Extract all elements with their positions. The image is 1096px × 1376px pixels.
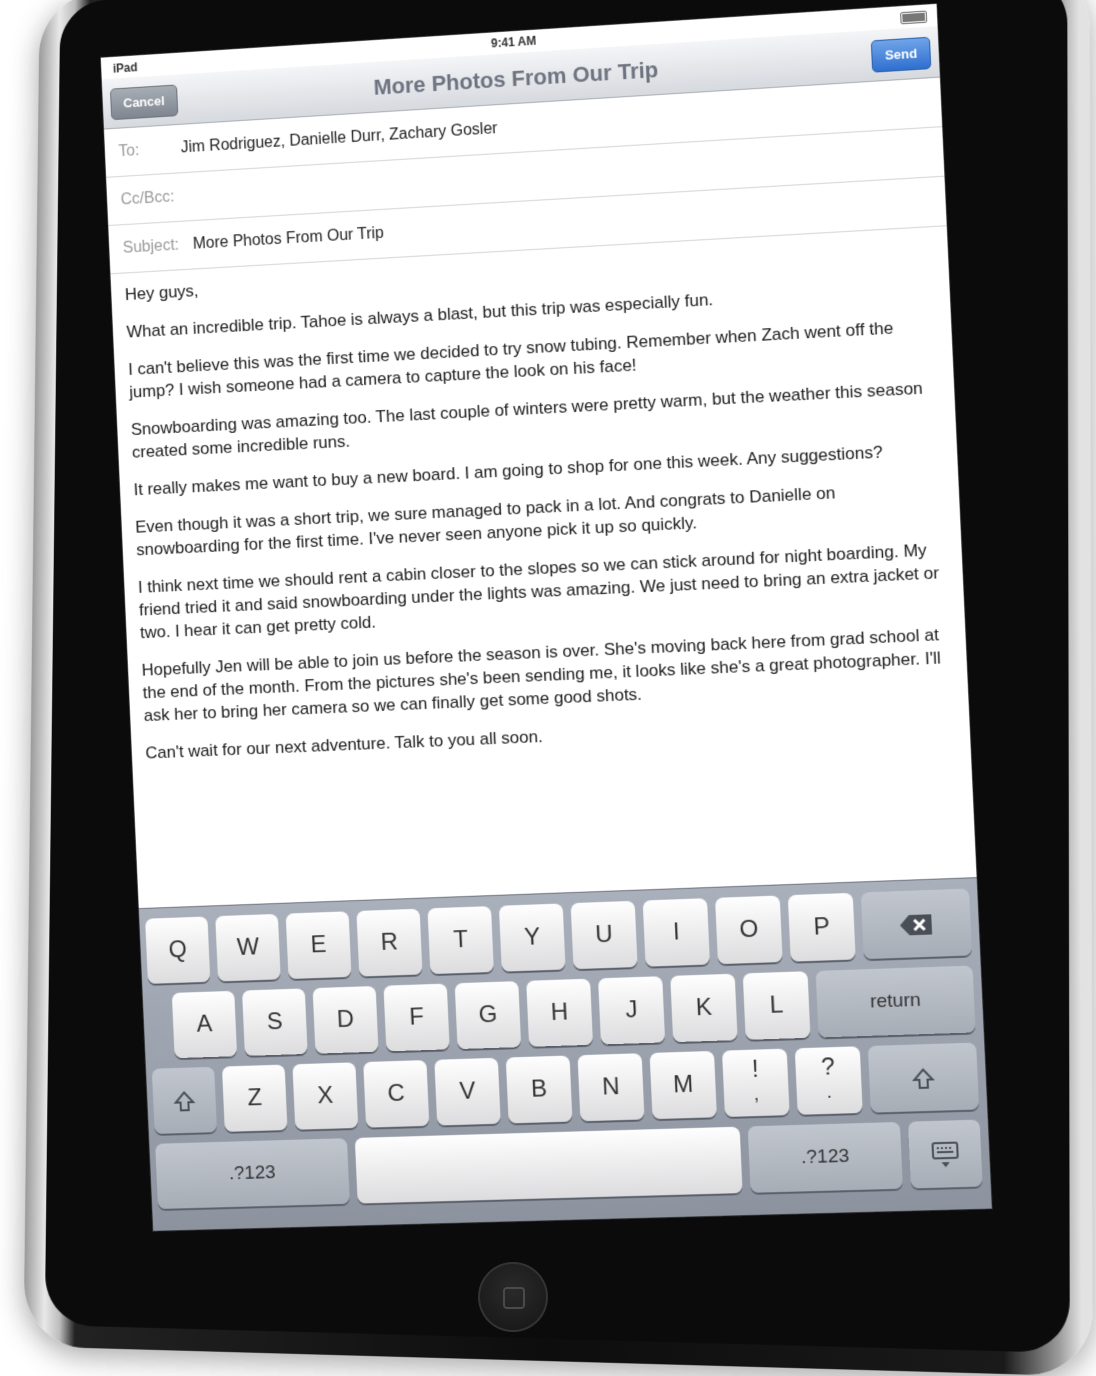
key-f[interactable]: F	[383, 983, 450, 1052]
key-o[interactable]: O	[715, 895, 783, 965]
key-exclamation-sub: ,	[753, 1083, 760, 1105]
key-h[interactable]: H	[526, 978, 594, 1047]
key-n[interactable]: N	[577, 1053, 645, 1122]
numbers-key-right[interactable]: .?123	[747, 1121, 903, 1193]
subject-value[interactable]: More Photos From Our Trip	[193, 225, 385, 254]
hide-keyboard-key[interactable]	[908, 1119, 983, 1189]
key-question-sub: .	[826, 1081, 833, 1102]
onscreen-keyboard: Q W E R T Y U I O P A S D F G H J K L re…	[138, 877, 992, 1231]
to-label: To:	[118, 142, 140, 161]
key-w[interactable]: W	[215, 913, 281, 982]
home-button-icon	[503, 1287, 525, 1309]
key-question[interactable]: ? .	[794, 1046, 863, 1115]
key-exclamation-main: !	[751, 1055, 760, 1083]
shift-key-left[interactable]	[151, 1066, 218, 1134]
key-q[interactable]: Q	[145, 916, 211, 984]
key-j[interactable]: J	[598, 976, 666, 1045]
key-z[interactable]: Z	[221, 1064, 288, 1132]
key-c[interactable]: C	[363, 1060, 430, 1128]
backspace-key[interactable]	[860, 888, 973, 960]
space-bar[interactable]	[354, 1126, 743, 1204]
numbers-key-left[interactable]: .?123	[155, 1138, 350, 1210]
key-r[interactable]: R	[356, 908, 423, 977]
key-s[interactable]: S	[242, 988, 308, 1056]
shift-icon	[173, 1086, 196, 1113]
send-button[interactable]: Send	[870, 36, 932, 73]
key-t[interactable]: T	[427, 906, 494, 975]
key-a[interactable]: A	[171, 990, 238, 1059]
key-v[interactable]: V	[434, 1057, 501, 1126]
key-g[interactable]: G	[454, 981, 522, 1050]
key-exclamation[interactable]: ! ,	[721, 1048, 790, 1118]
shift-key-right[interactable]	[867, 1042, 980, 1113]
message-body[interactable]: Hey guys, What an incredible trip. Tahoe…	[110, 226, 969, 765]
key-question-main: ?	[820, 1053, 836, 1081]
backspace-icon	[898, 909, 934, 938]
home-button[interactable]	[478, 1262, 548, 1332]
key-x[interactable]: X	[292, 1062, 359, 1130]
subject-label: Subject:	[122, 236, 180, 257]
ccbcc-label: Cc/Bcc:	[120, 188, 175, 209]
keyboard-hide-icon	[929, 1139, 961, 1168]
key-e[interactable]: E	[285, 911, 352, 980]
key-y[interactable]: Y	[498, 903, 566, 972]
key-b[interactable]: B	[505, 1055, 573, 1124]
return-key[interactable]: return	[815, 965, 976, 1038]
key-k[interactable]: K	[670, 973, 738, 1043]
key-u[interactable]: U	[570, 900, 638, 970]
shift-icon	[911, 1063, 935, 1091]
battery-icon	[900, 10, 928, 25]
to-recipients[interactable]: Jim Rodriguez, Danielle Durr, Zachary Go…	[180, 120, 497, 157]
key-m[interactable]: M	[649, 1050, 717, 1120]
key-p[interactable]: P	[787, 892, 856, 962]
key-i[interactable]: I	[642, 898, 710, 967]
key-l[interactable]: L	[742, 971, 811, 1040]
key-d[interactable]: D	[312, 985, 379, 1054]
keyboard-row-4: .?123 .?123	[149, 1119, 991, 1211]
mail-compose-screen: iPad 9:41 AM Cancel More Photos From Our…	[100, 3, 992, 1231]
